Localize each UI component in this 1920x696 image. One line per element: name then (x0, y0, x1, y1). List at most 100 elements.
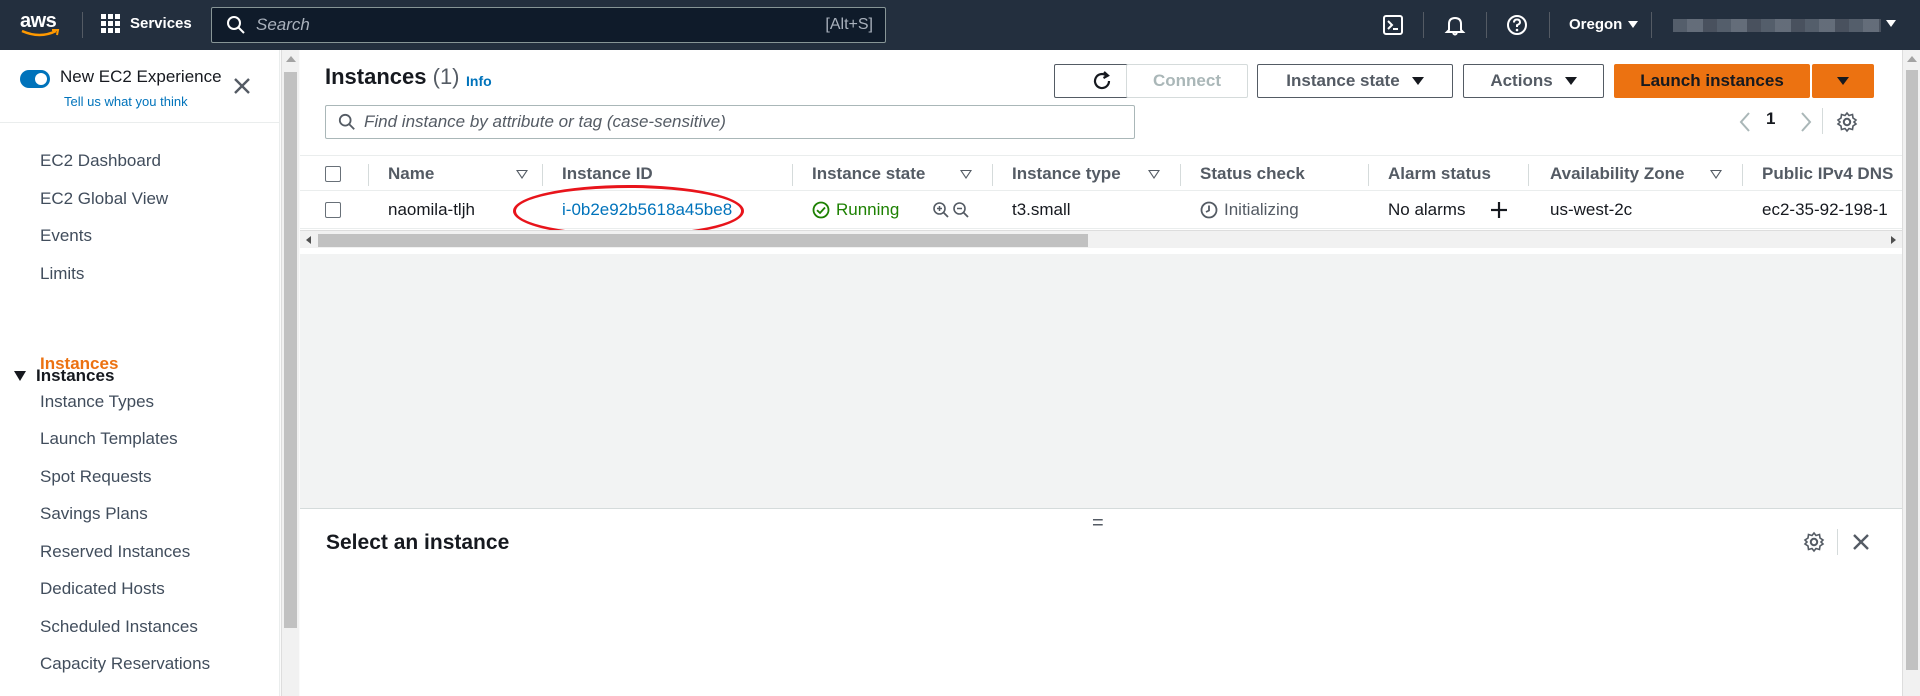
sidebar-item-reserved-instances[interactable]: Reserved Instances (40, 542, 190, 562)
column-header-name[interactable]: Name (388, 156, 434, 192)
column-header-availability-zone[interactable]: Availability Zone (1550, 156, 1684, 192)
cell-alarm-status: No alarms (1388, 200, 1466, 219)
launch-options-button[interactable] (1812, 64, 1874, 98)
instance-filter-input[interactable]: Find instance by attribute or tag (case-… (325, 105, 1135, 139)
column-header-public-ipv4-dns[interactable]: Public IPv4 DNS (1762, 156, 1893, 192)
scroll-left-icon[interactable] (306, 236, 311, 244)
add-alarm-plus-icon[interactable] (1490, 201, 1508, 219)
connect-button[interactable]: Connect (1126, 64, 1248, 98)
caret-down-icon[interactable] (1886, 20, 1896, 27)
column-divider (1368, 164, 1369, 186)
check-circle-icon (812, 201, 830, 219)
launch-instances-button[interactable]: Launch instances (1614, 64, 1810, 98)
new-experience-toggle[interactable] (20, 70, 50, 88)
clock-icon (1200, 201, 1218, 219)
launch-instances-label: Launch instances (1640, 71, 1784, 90)
scrollbar-thumb[interactable] (284, 72, 297, 628)
services-menu[interactable]: Services (101, 14, 192, 33)
sidebar-item-launch-templates[interactable]: Launch Templates (40, 429, 178, 449)
sidebar-item-limits[interactable]: Limits (40, 264, 84, 284)
sidebar-item-instance-types[interactable]: Instance Types (40, 392, 154, 412)
region-selector[interactable]: Oregon (1569, 16, 1639, 33)
chevron-left-icon[interactable] (1736, 110, 1756, 134)
settings-gear-icon[interactable] (1836, 111, 1858, 133)
search-icon (227, 16, 245, 34)
close-icon[interactable] (1851, 532, 1871, 552)
cell-public-dns: ec2-35-92-198-1 (1762, 200, 1888, 219)
close-icon[interactable] (232, 76, 252, 96)
aws-logo-text: aws (20, 10, 57, 32)
help-icon[interactable] (1505, 13, 1529, 37)
sort-icon[interactable] (1148, 170, 1160, 179)
column-divider (792, 164, 793, 186)
refresh-icon (1093, 71, 1111, 90)
table-header: Name Instance ID Instance state Instance… (300, 155, 1902, 191)
page-title: Instances (1) (325, 64, 460, 90)
search-shortcut: [Alt+S] (825, 16, 873, 33)
instance-state-button[interactable]: Instance state (1257, 64, 1453, 98)
cell-availability-zone: us-west-2c (1550, 200, 1633, 219)
caret-down-icon (14, 371, 26, 381)
region-label: Oregon (1569, 16, 1623, 33)
sidebar-item-scheduled-instances[interactable]: Scheduled Instances (40, 617, 198, 637)
instance-id-link[interactable]: i-0b2e92b5618a45be8 (562, 191, 732, 229)
sidebar-scrollbar[interactable] (281, 50, 299, 696)
row-checkbox[interactable] (325, 202, 341, 218)
cell-name: naomila-tljh (388, 200, 475, 219)
search-input[interactable]: Search [Alt+S] (211, 7, 886, 43)
page-scrollbar[interactable] (1902, 50, 1920, 696)
caret-down-icon (1837, 77, 1849, 85)
caret-down-icon (1411, 77, 1424, 85)
column-header-instance-id[interactable]: Instance ID (562, 156, 653, 192)
scrollbar-thumb[interactable] (318, 234, 1088, 247)
scroll-right-icon[interactable] (1891, 236, 1896, 244)
zoom-in-icon[interactable] (932, 201, 950, 219)
instance-detail-panel: Select an instance (300, 508, 1902, 696)
chevron-right-icon[interactable] (1795, 110, 1815, 134)
scroll-up-icon[interactable] (1907, 56, 1917, 62)
sidebar-item-capacity-reservations[interactable]: Capacity Reservations (40, 654, 210, 674)
scrollbar-thumb[interactable] (1906, 70, 1918, 670)
nav-divider (1423, 12, 1424, 38)
nav-divider (1651, 12, 1652, 38)
sidebar-item-ec2-global-view[interactable]: EC2 Global View (40, 189, 168, 209)
cloudshell-icon[interactable] (1381, 13, 1405, 37)
select-all-checkbox[interactable] (325, 166, 341, 182)
actions-button[interactable]: Actions (1463, 64, 1604, 98)
horizontal-scrollbar[interactable] (300, 230, 1902, 248)
sidebar-item-events[interactable]: Events (40, 226, 92, 246)
instances-panel: Instances (1) Info Connect Instance stat… (300, 50, 1902, 254)
settings-gear-icon[interactable] (1803, 531, 1825, 553)
column-header-status-check[interactable]: Status check (1200, 156, 1305, 192)
top-nav: aws Services Search [Alt+S] Oregon (0, 0, 1920, 50)
sort-icon[interactable] (960, 170, 972, 179)
column-header-instance-type[interactable]: Instance type (1012, 156, 1121, 192)
sidebar: New EC2 Experience Tell us what you thin… (0, 50, 280, 696)
sidebar-item-savings-plans[interactable]: Savings Plans (40, 504, 148, 524)
column-header-instance-state[interactable]: Instance state (812, 156, 925, 192)
sidebar-item-instances[interactable]: Instances (40, 354, 118, 374)
sort-icon[interactable] (1710, 170, 1722, 179)
table-row[interactable]: naomila-tljh i-0b2e92b5618a45be8 Running… (300, 185, 1902, 237)
info-link[interactable]: Info (466, 73, 492, 89)
column-divider (542, 164, 543, 186)
sidebar-item-ec2-dashboard[interactable]: EC2 Dashboard (40, 151, 161, 171)
sidebar-item-dedicated-hosts[interactable]: Dedicated Hosts (40, 579, 165, 599)
sort-icon[interactable] (516, 170, 528, 179)
services-label: Services (130, 15, 192, 32)
column-divider (1528, 164, 1529, 186)
aws-logo[interactable]: aws (20, 11, 64, 39)
scroll-up-icon[interactable] (286, 56, 296, 62)
instance-state-label: Instance state (1286, 71, 1400, 90)
column-header-alarm-status[interactable]: Alarm status (1388, 156, 1491, 192)
page-number[interactable]: 1 (1766, 109, 1775, 129)
zoom-out-icon[interactable] (952, 201, 970, 219)
connect-label: Connect (1153, 71, 1221, 90)
panel-resize-handle[interactable]: = (1092, 512, 1104, 535)
sidebar-divider (0, 122, 280, 123)
notifications-bell-icon[interactable] (1443, 13, 1467, 37)
feedback-link[interactable]: Tell us what you think (64, 94, 188, 109)
new-experience-label: New EC2 Experience (60, 67, 222, 86)
sidebar-item-spot-requests[interactable]: Spot Requests (40, 467, 152, 487)
account-menu-redacted[interactable] (1673, 19, 1881, 32)
